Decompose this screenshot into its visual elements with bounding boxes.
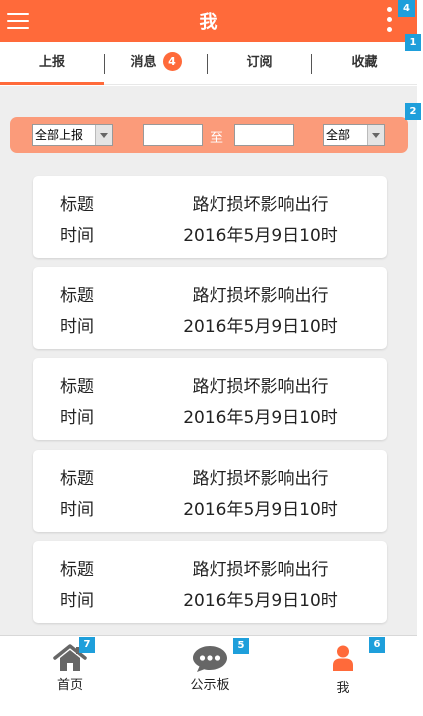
page-title: 我 bbox=[199, 12, 218, 33]
tab-favorites-label: 收藏 bbox=[351, 55, 378, 70]
status-value: 全部 bbox=[326, 128, 351, 142]
more-vertical-icon[interactable] bbox=[386, 5, 396, 35]
tab-messages[interactable]: 消息 4 bbox=[105, 42, 207, 85]
time-key: 时间 bbox=[60, 591, 94, 611]
title-key: 标题 bbox=[60, 560, 94, 580]
marker-badge: 2 bbox=[405, 103, 421, 120]
report-title: 路灯损坏影响出行 bbox=[192, 377, 329, 397]
start-date-input[interactable] bbox=[143, 124, 203, 146]
report-title: 路灯损坏影响出行 bbox=[192, 195, 329, 215]
report-list-area[interactable]: 全部上报 至 全部 标题 路灯损坏影响出行 时间 2016年5月9日10时 标题… bbox=[0, 86, 417, 635]
chevron-down-icon bbox=[95, 125, 112, 145]
nav-home-label: 首页 bbox=[56, 678, 83, 693]
report-type-value: 全部上报 bbox=[35, 128, 84, 142]
title-key: 标题 bbox=[60, 286, 94, 306]
tab-messages-label: 消息 bbox=[130, 55, 157, 70]
report-time: 2016年5月9日10时 bbox=[183, 500, 338, 520]
message-count-badge: 4 bbox=[162, 52, 182, 71]
active-tab-indicator bbox=[0, 82, 104, 85]
marker-badge: 5 bbox=[233, 638, 249, 654]
tab-subscriptions-label: 订阅 bbox=[246, 55, 273, 70]
end-date-input[interactable] bbox=[234, 124, 294, 146]
nav-home[interactable]: 首页 bbox=[30, 636, 110, 706]
report-title: 路灯损坏影响出行 bbox=[192, 286, 329, 306]
user-icon bbox=[333, 645, 353, 671]
time-key: 时间 bbox=[60, 226, 94, 246]
report-time: 2016年5月9日10时 bbox=[183, 317, 338, 337]
app-screen: 我 4 上报 消息 4 订阅 收藏 1 全部上报 至 全部 标题 路灯损坏影响出… bbox=[0, 0, 423, 716]
chat-bubble-icon bbox=[193, 646, 227, 672]
app-header: 我 bbox=[0, 0, 417, 42]
marker-badge: 6 bbox=[369, 637, 385, 653]
tab-favorites[interactable]: 收藏 bbox=[312, 42, 417, 85]
time-key: 时间 bbox=[60, 317, 94, 337]
time-key: 时间 bbox=[60, 500, 94, 520]
report-time: 2016年5月9日10时 bbox=[183, 226, 338, 246]
title-key: 标题 bbox=[60, 469, 94, 489]
tab-subscriptions[interactable]: 订阅 bbox=[208, 42, 311, 85]
chevron-down-icon bbox=[367, 125, 384, 145]
marker-badge: 7 bbox=[79, 637, 95, 653]
report-time: 2016年5月9日10时 bbox=[183, 408, 338, 428]
time-key: 时间 bbox=[60, 408, 94, 428]
tab-report-label: 上报 bbox=[38, 55, 65, 70]
report-card[interactable]: 标题 路灯损坏影响出行 时间 2016年5月9日10时 bbox=[33, 267, 387, 349]
report-title: 路灯损坏影响出行 bbox=[192, 560, 329, 580]
report-card[interactable]: 标题 路灯损坏影响出行 时间 2016年5月9日10时 bbox=[33, 541, 387, 623]
report-card[interactable]: 标题 路灯损坏影响出行 时间 2016年5月9日10时 bbox=[33, 176, 387, 258]
nav-bulletin-label: 公示板 bbox=[190, 678, 230, 693]
marker-badge: 4 bbox=[398, 0, 415, 17]
nav-me-label: 我 bbox=[336, 681, 350, 696]
date-range-separator: 至 bbox=[210, 131, 224, 146]
report-card[interactable]: 标题 路灯损坏影响出行 时间 2016年5月9日10时 bbox=[33, 450, 387, 532]
tab-report[interactable]: 上报 bbox=[0, 42, 104, 85]
bottom-nav: 首页 公示板 我 bbox=[0, 635, 417, 716]
report-type-select[interactable]: 全部上报 bbox=[32, 124, 113, 146]
marker-badge: 1 bbox=[405, 34, 421, 51]
status-select[interactable]: 全部 bbox=[323, 124, 385, 146]
tab-bar: 上报 消息 4 订阅 收藏 bbox=[0, 42, 417, 85]
report-card[interactable]: 标题 路灯损坏影响出行 时间 2016年5月9日10时 bbox=[33, 358, 387, 440]
report-time: 2016年5月9日10时 bbox=[183, 591, 338, 611]
title-key: 标题 bbox=[60, 377, 94, 397]
report-title: 路灯损坏影响出行 bbox=[192, 469, 329, 489]
filter-bar: 全部上报 至 全部 bbox=[10, 117, 408, 153]
title-key: 标题 bbox=[60, 195, 94, 215]
